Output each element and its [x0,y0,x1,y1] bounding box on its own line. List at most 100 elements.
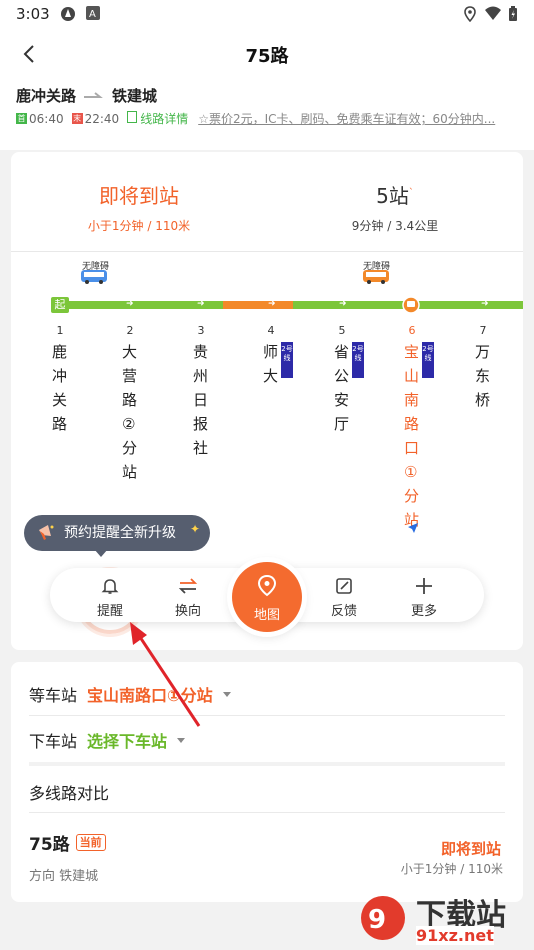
metro-line-badge: 2号线 [281,342,293,378]
metro-line-badge: 2号线 [352,342,364,378]
waiting-station-row[interactable]: 等车站 宝山南路口①分站 [29,682,231,706]
edit-icon [336,578,352,594]
more-label: 更多 [410,604,437,619]
watermark: 9 下载站 91xz.net [358,888,528,948]
fare-info[interactable]: ☆票价2元，IC卡、刷码、免费乘车证有效；60分钟内... [198,110,495,127]
status-time: 3:03 [16,5,50,23]
feedback-label: 反馈 [330,604,357,619]
station-name[interactable]: 省公安厅 [334,340,352,436]
station-number: 3 [197,324,205,337]
waiting-station-value: 宝山南路口①分站 [87,686,213,705]
svg-text:9: 9 [368,905,386,935]
station-number: 5 [338,324,346,337]
watermark-url: 91xz.net [416,926,494,945]
route-from: 鹿冲关路 [16,87,77,105]
station-name[interactable]: 万东桥 [475,340,493,412]
route-arrow-icon [84,91,103,98]
route-endpoints: 鹿冲关路 铁建城 [16,85,157,106]
location-arrow-icon [408,523,418,533]
text-notification-icon: A [86,6,100,20]
metro-line-badge: 2号线 [422,342,434,378]
map-label: 地图 [253,608,280,623]
route-summary[interactable]: 75路 当前 [29,830,106,855]
document-icon [127,111,138,123]
wifi-icon [485,6,501,20]
svg-text:A: A [89,9,96,20]
second-bus-stops: 5站` [376,184,414,208]
station-selector-card: 等车站 宝山南路口①分站 下车站 选择下车站 多线路对比 75路 当前 方向 铁… [11,662,523,902]
switch-direction-button[interactable]: 换向 [160,568,216,622]
upgrade-tooltip[interactable]: 预约提醒全新升级 ✦ [24,515,210,551]
map-pin-icon [257,574,277,597]
location-icon [464,6,476,22]
dropdown-caret-icon [222,691,231,697]
multi-route-compare[interactable]: 多线路对比 [29,780,109,804]
station-number: 4 [267,324,275,337]
route-detail-label: 线路详情 [140,112,189,126]
divider [29,715,505,716]
route-name: 75路 [29,835,70,855]
tooltip-tail [94,549,108,557]
feedback-button[interactable]: 反馈 [316,568,372,622]
route-to: 铁建城 [112,87,158,105]
status-bar: 3:03 A [0,0,534,28]
track-arrow-icon: ➜ [268,299,276,309]
route-header: 75路 鹿冲关路 铁建城 首 06:40 末 22:40 线路详情 ☆票价2元，… [0,28,534,150]
start-marker: 起 [51,297,69,313]
first-bus-tag: 首 [16,113,27,124]
map-button[interactable]: 地图 [232,562,302,632]
current-tag: 当前 [75,834,106,851]
swap-arrows-icon [178,578,198,594]
station-number: 6 [408,324,416,337]
remind-button[interactable]: 提醒 [82,568,138,622]
bell-icon [101,579,119,594]
alight-station-value: 选择下车站 [87,732,168,751]
waiting-station-label: 等车站 [29,686,78,705]
second-bus-arrival: 5站` 9分钟 / 3.4公里 [267,180,523,234]
more-button[interactable]: 更多 [396,568,452,622]
divider [11,251,523,252]
station-number: 1 [56,324,64,337]
tooltip-text: 预约提醒全新升级 [64,525,176,541]
next-bus-distance: 小于1分钟 / 110米 [87,219,191,233]
section-divider [29,762,505,766]
alight-station-row[interactable]: 下车站 选择下车站 [29,728,186,752]
track-arrow-icon: ➜ [339,299,347,309]
station-name[interactable]: 鹿冲关路 [52,340,70,436]
watermark-logo-icon: 9 [361,896,405,940]
sparkle-icon: ✦ [189,522,200,536]
plus-icon [416,578,432,594]
summary-arrival-status: 即将到站 [440,840,501,858]
next-bus-status: 即将到站 [99,184,179,208]
route-meta: 首 06:40 末 22:40 线路详情 ☆票价2元，IC卡、刷码、免费乘车证有… [16,110,530,127]
track-arrow-icon: ➜ [481,299,489,309]
second-bus-distance: 9分钟 / 3.4公里 [351,219,439,233]
route-track-segment [223,301,293,309]
switch-direction-label: 换向 [174,604,201,619]
bus-icon[interactable] [363,270,389,284]
divider [29,812,505,813]
station-number: 7 [479,324,487,337]
bus-icon[interactable] [81,270,107,284]
megaphone-icon [39,525,54,540]
summary-arrival-distance: 小于1分钟 / 110米 [400,862,503,876]
station-name[interactable]: 师大 [263,340,281,388]
station-name[interactable]: 大营路②分站 [122,340,140,484]
dropdown-caret-icon [177,737,186,743]
last-bus-tag: 末 [71,113,83,124]
station-name-current[interactable]: 宝山南路口①分站 [404,340,422,532]
app-notification-icon [61,7,75,21]
page-title: 75路 [245,46,289,67]
alight-station-label: 下车站 [29,732,78,751]
station-name[interactable]: 贵州日报社 [193,340,211,460]
battery-icon [509,6,517,21]
remind-label: 提醒 [96,604,123,619]
station-number: 2 [126,324,134,337]
route-direction: 方向 铁建城 [29,869,99,884]
next-bus-arrival: 即将到站 小于1分钟 / 110米 [11,180,267,234]
waiting-station-marker-icon [402,296,420,314]
first-bus-time: 06:40 [29,111,64,126]
route-detail-link[interactable]: 线路详情 [127,110,188,127]
last-bus-time: 22:40 [84,111,120,126]
track-arrow-icon: ➜ [126,299,134,309]
